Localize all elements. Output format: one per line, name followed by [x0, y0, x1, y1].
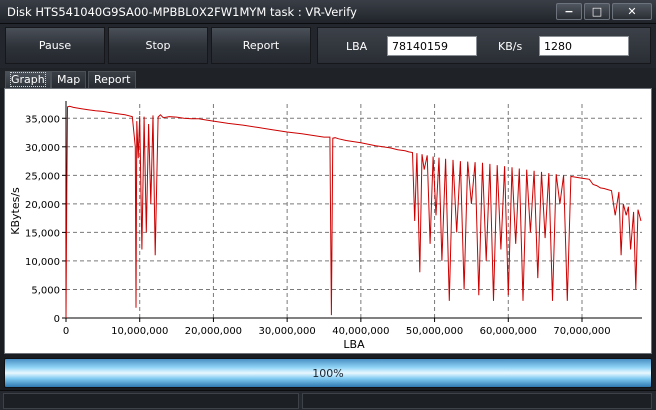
- y-tick-label-7: 35,000: [25, 114, 60, 125]
- x-tick-label-3: 30,000,000: [259, 326, 316, 337]
- x-tick-label-4: 40,000,000: [332, 326, 389, 337]
- lba-field[interactable]: [387, 36, 477, 56]
- progress-label: 100%: [312, 367, 344, 380]
- y-tick-label-4: 20,000: [25, 200, 60, 211]
- y-tick-label-6: 30,000: [25, 143, 60, 154]
- status-cell-left: [3, 393, 299, 409]
- minimize-button[interactable]: −: [556, 3, 582, 20]
- x-tick-label-0: 0: [63, 326, 69, 337]
- x-axis-label: LBA: [343, 338, 365, 351]
- stop-button[interactable]: Stop: [108, 27, 208, 64]
- progress-bar: 100%: [4, 358, 652, 388]
- status-fields: LBA KB/s: [317, 27, 651, 64]
- y-tick-label-0: 0: [54, 314, 60, 325]
- x-tick-label-6: 60,000,000: [480, 326, 537, 337]
- tab-graph[interactable]: Graph: [5, 71, 51, 88]
- y-axis-label: KBytes/s: [9, 187, 22, 235]
- toolbar: Pause Stop Report LBA KB/s: [0, 24, 656, 68]
- view-tabs: Graph Map Report: [0, 68, 656, 88]
- status-cell-right: [302, 393, 652, 409]
- y-tick-label-1: 5,000: [31, 285, 60, 296]
- speed-series-line-0: [65, 105, 642, 319]
- maximize-button[interactable]: □: [584, 3, 610, 20]
- title-bar: Disk HTS541040G9SA00-MPBBL0X2FW1MYM task…: [0, 0, 656, 24]
- kbs-label: KB/s: [498, 40, 523, 53]
- report-button[interactable]: Report: [211, 27, 311, 64]
- status-bar: [0, 390, 656, 410]
- x-tick-label-2: 20,000,000: [185, 326, 242, 337]
- speed-chart: 0 5,000 10,000 15,000 20,000 25,000 30,000 35,0…: [9, 101, 642, 351]
- y-tick-label-2: 10,000: [25, 257, 60, 268]
- x-tick-label-5: 50,000,000: [406, 326, 463, 337]
- tab-report-label: Report: [94, 73, 131, 86]
- tab-map-label: Map: [57, 73, 81, 86]
- window-controls: − □ ✕: [556, 3, 652, 20]
- y-tick-label-5: 25,000: [25, 171, 60, 182]
- x-tick-label-1: 10,000,000: [111, 326, 168, 337]
- graph-panel: 0 5,000 10,000 15,000 20,000 25,000 30,000 35,0…: [4, 88, 652, 354]
- kbs-field[interactable]: [539, 36, 629, 56]
- x-tick-label-7: 70,000,000: [553, 326, 610, 337]
- tab-report[interactable]: Report: [88, 71, 137, 88]
- lba-label: LBA: [346, 40, 368, 53]
- close-button[interactable]: ✕: [612, 3, 652, 20]
- y-tick-label-3: 15,000: [25, 228, 60, 239]
- tab-graph-label: Graph: [10, 72, 46, 87]
- tab-map[interactable]: Map: [51, 71, 87, 88]
- window-title: Disk HTS541040G9SA00-MPBBL0X2FW1MYM task…: [7, 5, 357, 19]
- pause-button[interactable]: Pause: [5, 27, 105, 64]
